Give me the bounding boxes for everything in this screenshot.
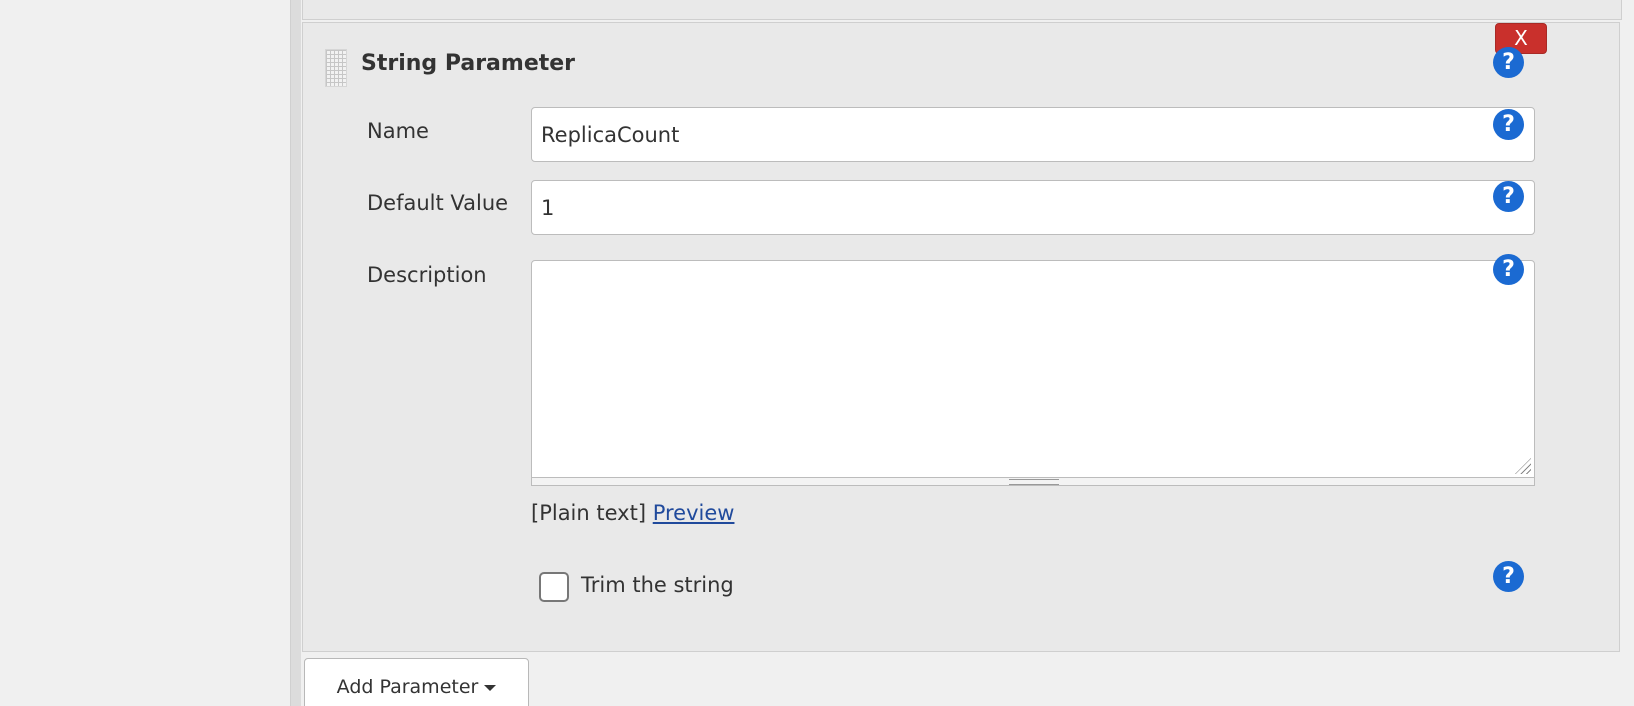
default-value-input[interactable] <box>531 180 1535 235</box>
name-input[interactable] <box>531 107 1535 162</box>
default-value-label: Default Value <box>367 191 509 215</box>
previous-parameter-block <box>302 0 1622 20</box>
left-panel <box>0 0 290 706</box>
preview-link[interactable]: Preview <box>653 501 735 525</box>
trim-string-label[interactable]: Trim the string <box>581 573 734 597</box>
chevron-down-icon <box>484 684 497 691</box>
help-icon[interactable]: ? <box>1493 561 1524 592</box>
trim-string-checkbox[interactable] <box>539 572 569 602</box>
add-parameter-label: Add Parameter <box>336 676 479 698</box>
name-label: Name <box>367 119 429 143</box>
description-textarea[interactable] <box>531 260 1535 478</box>
add-parameter-button[interactable]: Add Parameter <box>304 658 529 706</box>
resize-grip-icon <box>1009 479 1059 485</box>
help-icon[interactable]: ? <box>1493 254 1524 285</box>
page: String Parameter X ? Name ? Default Valu… <box>0 0 1634 706</box>
textarea-resize-bar[interactable] <box>531 478 1535 486</box>
plain-text-label: [Plain text] <box>531 501 647 525</box>
description-label: Description <box>367 263 487 287</box>
string-parameter-block: String Parameter X ? Name ? Default Valu… <box>302 22 1620 652</box>
description-field <box>531 260 1535 486</box>
panel-divider[interactable] <box>290 0 301 706</box>
help-icon[interactable]: ? <box>1493 181 1524 212</box>
parameter-title: String Parameter <box>361 51 576 76</box>
help-icon[interactable]: ? <box>1493 109 1524 140</box>
help-icon[interactable]: ? <box>1493 47 1524 78</box>
markup-format-row: [Plain text] Preview <box>531 501 734 525</box>
drag-handle-icon[interactable] <box>325 49 347 87</box>
